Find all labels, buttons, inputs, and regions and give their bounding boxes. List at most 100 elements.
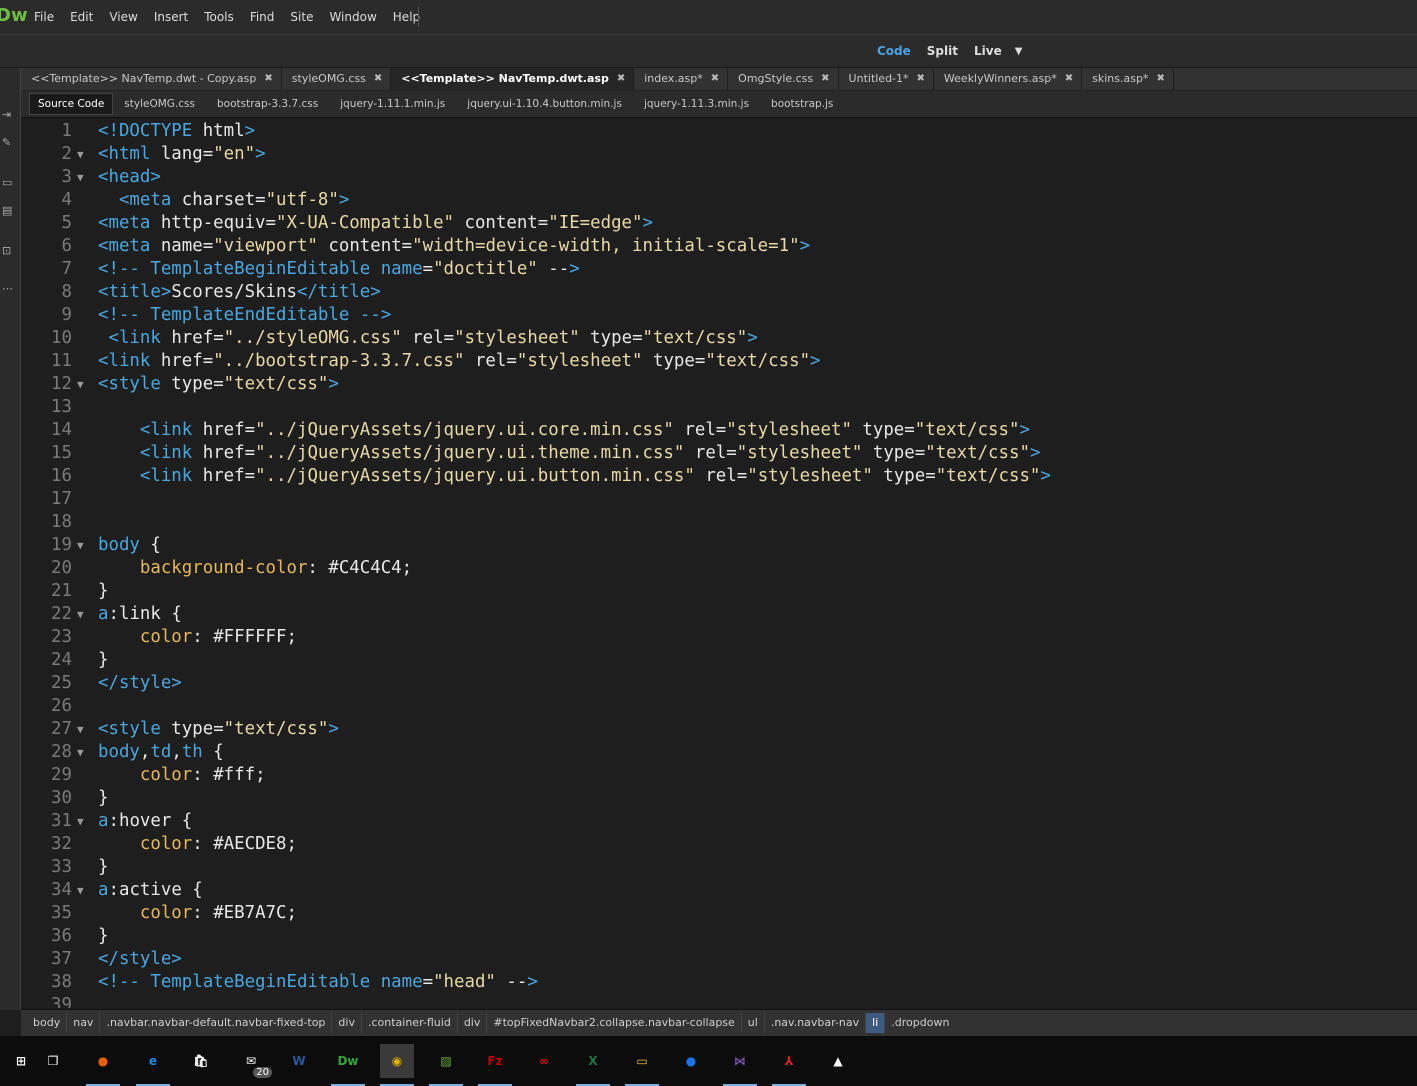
code-line[interactable]: 32 color: #AECDE8; <box>21 833 1417 856</box>
code-text[interactable]: a:hover { <box>98 810 192 833</box>
document-tab[interactable]: <<Template>> NavTemp.dwt.asp ✖ <box>391 68 635 90</box>
close-icon[interactable]: ✖ <box>617 68 625 90</box>
filezilla-taskbar-button[interactable]: Fz <box>478 1044 512 1086</box>
code-text[interactable]: <!DOCTYPE html> <box>98 120 255 143</box>
code-line[interactable]: 24} <box>21 649 1417 672</box>
code-text[interactable]: <meta http-equiv="X-UA-Compatible" conte… <box>98 212 653 235</box>
code-text[interactable]: } <box>98 787 108 810</box>
document-tab[interactable]: OmgStyle.css ✖ <box>728 68 839 90</box>
menu-tools[interactable]: Tools <box>196 10 242 24</box>
word-taskbar-button[interactable]: W <box>282 1044 316 1078</box>
document-tab[interactable]: WeeklyWinners.asp* ✖ <box>934 68 1083 90</box>
code-text[interactable]: color: #EB7A7C; <box>98 902 297 925</box>
menu-site[interactable]: Site <box>282 10 321 24</box>
code-text[interactable]: <head> <box>98 166 161 189</box>
code-line[interactable]: 30} <box>21 787 1417 810</box>
code-line[interactable]: 1 <!DOCTYPE html> <box>21 120 1417 143</box>
code-line[interactable]: 27 ▼ <style type="text/css"> <box>21 718 1417 741</box>
code-text[interactable]: </style> <box>98 672 182 695</box>
live-view-button[interactable]: Live <box>967 44 1009 58</box>
code-line[interactable]: 8 <title>Scores/Skins</title> <box>21 281 1417 304</box>
mail-taskbar-button[interactable]: ✉ 20 <box>234 1044 272 1078</box>
edge-taskbar-button[interactable]: e <box>136 1044 170 1086</box>
code-text[interactable]: <!-- TemplateBeginEditable name="head" -… <box>98 971 538 994</box>
document-tab[interactable]: Untitled-1* ✖ <box>839 68 934 90</box>
excel-taskbar-button[interactable]: X <box>576 1044 610 1086</box>
code-editor[interactable]: 1 <!DOCTYPE html> 2 ▼ <html lang="en"> 3 ▼ <hea… <box>21 118 1417 1008</box>
code-line[interactable]: 2 ▼ <html lang="en"> <box>21 143 1417 166</box>
task-view-taskbar-button[interactable]: ❐ <box>36 1044 70 1078</box>
code-text[interactable]: color: #AECDE8; <box>98 833 297 856</box>
code-text[interactable]: <style type="text/css"> <box>98 373 339 396</box>
close-icon[interactable]: ✖ <box>374 68 382 90</box>
tag-selector-item[interactable]: .container-fluid <box>360 1013 457 1033</box>
code-line[interactable]: 21} <box>21 580 1417 603</box>
code-line[interactable]: 31 ▼ a:hover { <box>21 810 1417 833</box>
close-icon[interactable]: ✖ <box>264 68 272 90</box>
code-text[interactable]: <!-- TemplateEndEditable --> <box>98 304 391 327</box>
source-code-tab[interactable]: Source Code <box>29 93 114 115</box>
fold-arrow-icon[interactable]: ▼ <box>77 741 84 764</box>
related-file-tab[interactable]: jquery.ui-1.10.4.button.min.js <box>456 94 633 114</box>
chevron-down-icon[interactable]: ▼ <box>1011 46 1027 57</box>
document-tab[interactable]: skins.asp* ✖ <box>1082 68 1174 90</box>
code-text[interactable]: <link href="../jQueryAssets/jquery.ui.th… <box>98 442 1041 465</box>
code-text[interactable]: <html lang="en"> <box>98 143 266 166</box>
code-line[interactable]: 13 <box>21 396 1417 419</box>
code-text[interactable]: <link href="../styleOMG.css" rel="styles… <box>98 327 757 350</box>
code-line[interactable]: 9 <!-- TemplateEndEditable --> <box>21 304 1417 327</box>
code-line[interactable]: 29 color: #fff; <box>21 764 1417 787</box>
tag-selector-item[interactable]: .dropdown <box>884 1013 955 1033</box>
code-text[interactable]: a:link { <box>98 603 182 626</box>
code-line[interactable]: 14 <link href="../jQueryAssets/jquery.ui… <box>21 419 1417 442</box>
tag-selector-item[interactable]: ul <box>740 1013 764 1033</box>
menu-view[interactable]: View <box>101 10 145 24</box>
tag-selector-item[interactable]: li <box>865 1013 885 1033</box>
tag-selector-item[interactable]: div <box>456 1013 487 1033</box>
code-line[interactable]: 33} <box>21 856 1417 879</box>
menu-insert[interactable]: Insert <box>146 10 196 24</box>
code-line[interactable]: 11 <link href="../bootstrap-3.3.7.css" re… <box>21 350 1417 373</box>
code-text[interactable]: body { <box>98 534 161 557</box>
code-view-button[interactable]: Code <box>870 44 918 58</box>
code-line[interactable]: 6 <meta name="viewport" content="width=de… <box>21 235 1417 258</box>
fold-arrow-icon[interactable]: ▼ <box>77 166 84 189</box>
file-explorer-taskbar-button[interactable]: ▭ <box>625 1044 659 1086</box>
code-line[interactable]: 7 <!-- TemplateBeginEditable name="doctit… <box>21 258 1417 281</box>
chrome-taskbar-button[interactable]: ◉ <box>380 1044 414 1086</box>
related-file-tab[interactable]: bootstrap-3.3.7.css <box>206 94 329 114</box>
code-text[interactable]: a:active { <box>98 879 203 902</box>
code-text[interactable]: } <box>98 649 108 672</box>
start-taskbar-button[interactable]: ⊞ <box>4 1044 38 1078</box>
store-taskbar-button[interactable]: 🛍 <box>184 1044 218 1078</box>
menu-window[interactable]: Window <box>321 10 384 24</box>
code-text[interactable]: } <box>98 925 108 948</box>
related-file-tab[interactable]: jquery-1.11.1.min.js <box>329 94 456 114</box>
firefox-taskbar-button[interactable]: ● <box>86 1044 120 1086</box>
code-line[interactable]: 5 <meta http-equiv="X-UA-Compatible" cont… <box>21 212 1417 235</box>
related-file-tab[interactable]: jquery-1.11.3.min.js <box>633 94 760 114</box>
code-line[interactable]: 26 <box>21 695 1417 718</box>
code-line[interactable]: 4 <meta charset="utf-8"> <box>21 189 1417 212</box>
tag-selector-item[interactable]: nav <box>66 1013 99 1033</box>
code-text[interactable]: } <box>98 580 108 603</box>
code-line[interactable]: 25 </style> <box>21 672 1417 695</box>
photos-taskbar-button[interactable]: ▲ <box>821 1044 855 1078</box>
code-line[interactable]: 3 ▼ <head> <box>21 166 1417 189</box>
code-text[interactable]: <link href="../jQueryAssets/jquery.ui.co… <box>98 419 1030 442</box>
fold-arrow-icon[interactable]: ▼ <box>77 373 84 396</box>
code-text[interactable]: <link href="../jQueryAssets/jquery.ui.bu… <box>98 465 1051 488</box>
code-text[interactable]: } <box>98 856 108 879</box>
code-text[interactable]: body,td,th { <box>98 741 224 764</box>
tag-selector-item[interactable]: .navbar.navbar-default.navbar-fixed-top <box>99 1013 331 1033</box>
close-icon[interactable]: ✖ <box>1065 68 1073 90</box>
code-line[interactable]: 36} <box>21 925 1417 948</box>
code-text[interactable]: </style> <box>98 948 182 971</box>
more-icon[interactable]: ⋯ <box>2 282 13 295</box>
tag-selector-item[interactable]: div <box>331 1013 361 1033</box>
code-text[interactable]: background-color: #C4C4C4; <box>98 557 412 580</box>
code-line[interactable]: 23 color: #FFFFFF; <box>21 626 1417 649</box>
menu-find[interactable]: Find <box>242 10 283 24</box>
dreamweaver-taskbar-button[interactable]: Dw <box>331 1044 365 1086</box>
document-tab[interactable]: <<Template>> NavTemp.dwt - Copy.asp ✖ <box>21 68 282 90</box>
